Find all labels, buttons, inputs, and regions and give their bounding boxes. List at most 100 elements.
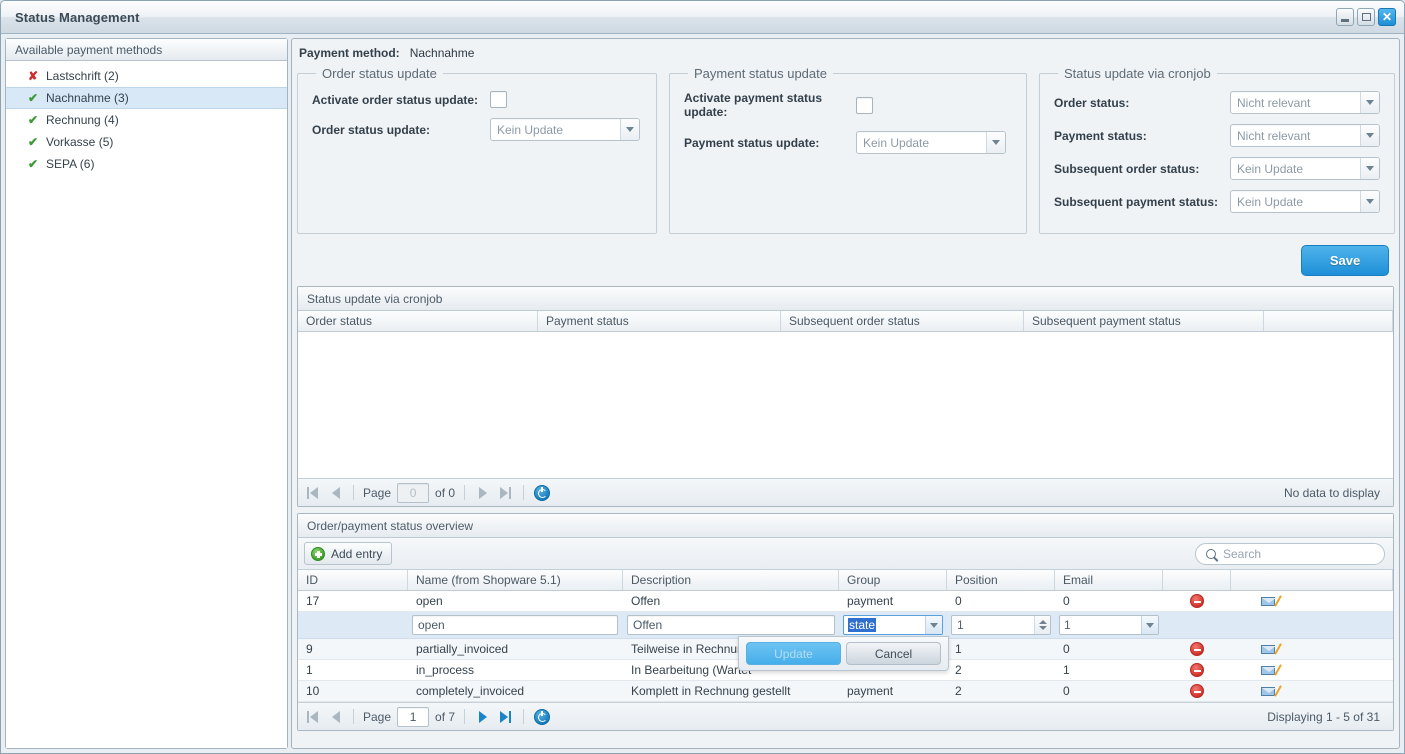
chevron-down-icon[interactable] [1360,125,1379,146]
cancel-button[interactable]: Cancel [846,642,941,665]
activate-order-status-checkbox[interactable] [490,91,507,108]
next-page-button[interactable] [474,484,491,501]
cron-subsequent-payment-status-label: Subsequent payment status: [1054,194,1219,209]
cron-payment-status-select[interactable]: Nicht relevant [1230,124,1380,147]
cron-subsequent-order-status-select[interactable]: Kein Update [1230,157,1380,180]
chevron-down-icon[interactable] [986,132,1005,153]
column-header-email[interactable]: Email [1055,570,1163,590]
last-page-button[interactable] [497,708,514,725]
next-page-button[interactable] [474,708,491,725]
settings-fieldsets: Order status update Activate order statu… [297,66,1395,234]
chevron-down-icon[interactable] [1360,158,1379,179]
edit-mail-button[interactable] [1231,660,1393,680]
payment-methods-header: Available payment methods [6,39,287,61]
column-header-spacer [1264,311,1393,331]
column-header-description[interactable]: Description [623,570,839,590]
save-button[interactable]: Save [1301,245,1389,276]
overview-pager-controls: Page 1 of 7 [304,706,550,727]
window-titlebar: Status Management ✕ [1,1,1404,34]
editor-email-select[interactable]: 1 [1059,615,1159,635]
cronjob-pager-status: No data to display [1283,485,1380,500]
cell-group: payment [847,684,894,698]
window-title: Status Management [15,9,140,25]
cronjob-grid-body [298,332,1393,478]
column-header-order-status[interactable]: Order status [298,311,538,331]
delete-icon [1190,663,1204,677]
chevron-down-icon[interactable] [1360,92,1379,113]
editor-group-select[interactable]: state [843,615,943,635]
cron-subsequent-payment-status-select[interactable]: Kein Update [1230,190,1380,213]
chevron-down-icon[interactable] [1360,191,1379,212]
first-page-button[interactable] [304,708,321,725]
editor-position-spinner[interactable]: 1 [951,615,1051,635]
activate-order-status-label: Activate order status update: [312,92,479,107]
column-header-subsequent-payment-status[interactable]: Subsequent payment status [1024,311,1264,331]
table-row-editor[interactable]: open Offen state 1 1 [298,612,1393,639]
page-number-input[interactable]: 1 [397,706,430,727]
prev-page-button[interactable] [327,708,344,725]
overview-grid-title: Order/payment status overview [298,514,1393,538]
page-number-input[interactable]: 0 [397,482,430,503]
editor-email-field-wrap: 1 [1055,612,1163,638]
refresh-button[interactable] [533,708,550,725]
order-status-update-legend: Order status update [322,66,437,81]
editor-description-input[interactable]: Offen [627,615,835,635]
first-page-button[interactable] [304,484,321,501]
update-button[interactable]: Update [746,642,841,665]
minimize-button[interactable] [1336,8,1354,26]
cron-order-status-value: Nicht relevant [1237,95,1311,110]
order-status-update-select[interactable]: Kein Update [490,118,640,141]
editor-email-value: 1 [1064,618,1071,632]
chevron-down-icon[interactable] [620,119,639,140]
chevron-down-icon[interactable] [925,616,942,634]
cron-order-status-select[interactable]: Nicht relevant [1230,91,1380,114]
cronjob-pager-controls: Page 0 of 0 [304,482,550,503]
search-input[interactable]: Search [1195,542,1385,565]
close-button[interactable]: ✕ [1378,8,1396,26]
delete-row-button[interactable] [1163,681,1231,701]
add-entry-button[interactable]: Add entry [304,542,393,565]
cron-subsequent-payment-status-value: Kein Update [1237,194,1304,209]
table-row[interactable]: 17 open Offen payment 0 0 [298,591,1393,612]
cell-email: 1 [1063,663,1070,677]
column-header-payment-status[interactable]: Payment status [538,311,781,331]
delete-row-button[interactable] [1163,591,1231,611]
mail-edit-icon [1261,685,1282,697]
plus-icon [311,546,325,561]
column-header-position[interactable]: Position [947,570,1055,590]
edit-mail-button[interactable] [1231,681,1393,701]
sidebar-item-sepa[interactable]: ✔ SEPA (6) [6,153,287,175]
cron-subsequent-order-status-value: Kein Update [1237,161,1304,176]
column-header-id[interactable]: ID [298,570,408,590]
overview-grid-pager: Page 1 of 7 Displaying 1 - 5 of 31 [298,702,1393,730]
last-page-button[interactable] [497,484,514,501]
delete-row-button[interactable] [1163,660,1231,680]
sidebar-item-rechnung[interactable]: ✔ Rechnung (4) [6,109,287,131]
payment-status-update-select[interactable]: Kein Update [856,131,1006,154]
edit-mail-button[interactable] [1231,639,1393,659]
check-icon: ✔ [28,91,39,105]
close-icon: ✕ [1381,10,1393,24]
maximize-button[interactable] [1357,8,1375,26]
editor-name-input[interactable]: open [412,615,618,635]
column-header-subsequent-order-status[interactable]: Subsequent order status [781,311,1024,331]
delete-row-button[interactable] [1163,639,1231,659]
order-status-update-value: Kein Update [497,122,564,137]
mail-edit-icon [1261,595,1282,607]
chevron-down-icon[interactable] [1141,616,1158,634]
activate-payment-status-checkbox[interactable] [856,96,873,114]
sidebar-item-vorkasse[interactable]: ✔ Vorkasse (5) [6,131,287,153]
cron-payment-status-value: Nicht relevant [1237,128,1311,143]
column-header-group[interactable]: Group [839,570,947,590]
column-header-name[interactable]: Name (from Shopware 5.1) [408,570,623,590]
spinner-arrows-icon[interactable] [1034,616,1050,634]
table-row[interactable]: 10 completely_invoiced Komplett in Rechn… [298,681,1393,702]
sidebar-item-lastschrift[interactable]: ✘ Lastschrift (2) [6,65,287,87]
edit-mail-button[interactable] [1231,591,1393,611]
prev-page-button[interactable] [327,484,344,501]
refresh-button[interactable] [533,484,550,501]
delete-icon [1190,684,1204,698]
sidebar-item-nachnahme[interactable]: ✔ Nachnahme (3) [6,87,287,109]
overview-grid-body: 17 open Offen payment 0 0 open Offen sta… [298,591,1393,702]
delete-icon [1190,642,1204,656]
